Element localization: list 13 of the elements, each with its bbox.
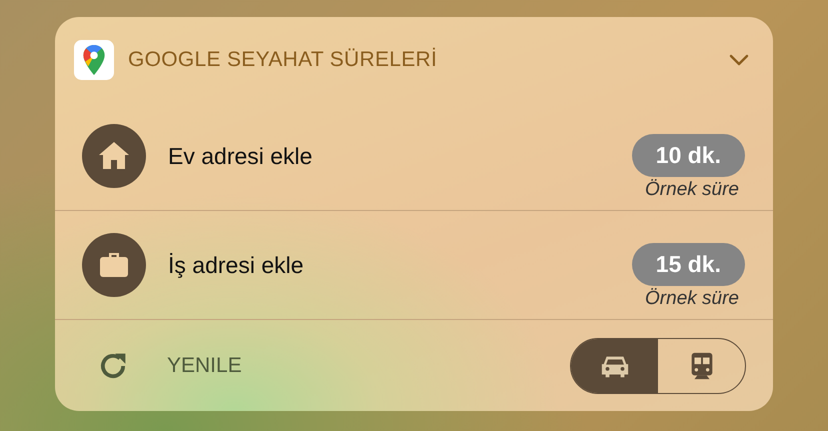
duration-badge: 10 dk. — [632, 134, 745, 176]
chevron-icon[interactable] — [729, 54, 749, 66]
widget-title: GOOGLE SEYAHAT SÜRELERİ — [128, 48, 438, 72]
add-address-link[interactable]: Ev adresi ekle — [168, 142, 632, 170]
house-icon[interactable] — [82, 124, 146, 188]
car-mode-button[interactable] — [571, 338, 658, 392]
briefcase-icon[interactable] — [82, 233, 146, 297]
sample-note: Örnek süre — [645, 288, 739, 310]
map-pin-app-icon — [74, 40, 114, 80]
sample-note: Örnek süre — [645, 178, 739, 200]
add-address-link[interactable]: İş adresi ekle — [168, 252, 632, 278]
duration-badge: 15 dk. — [632, 242, 745, 286]
refresh-button[interactable]: YENILE — [95, 348, 570, 384]
